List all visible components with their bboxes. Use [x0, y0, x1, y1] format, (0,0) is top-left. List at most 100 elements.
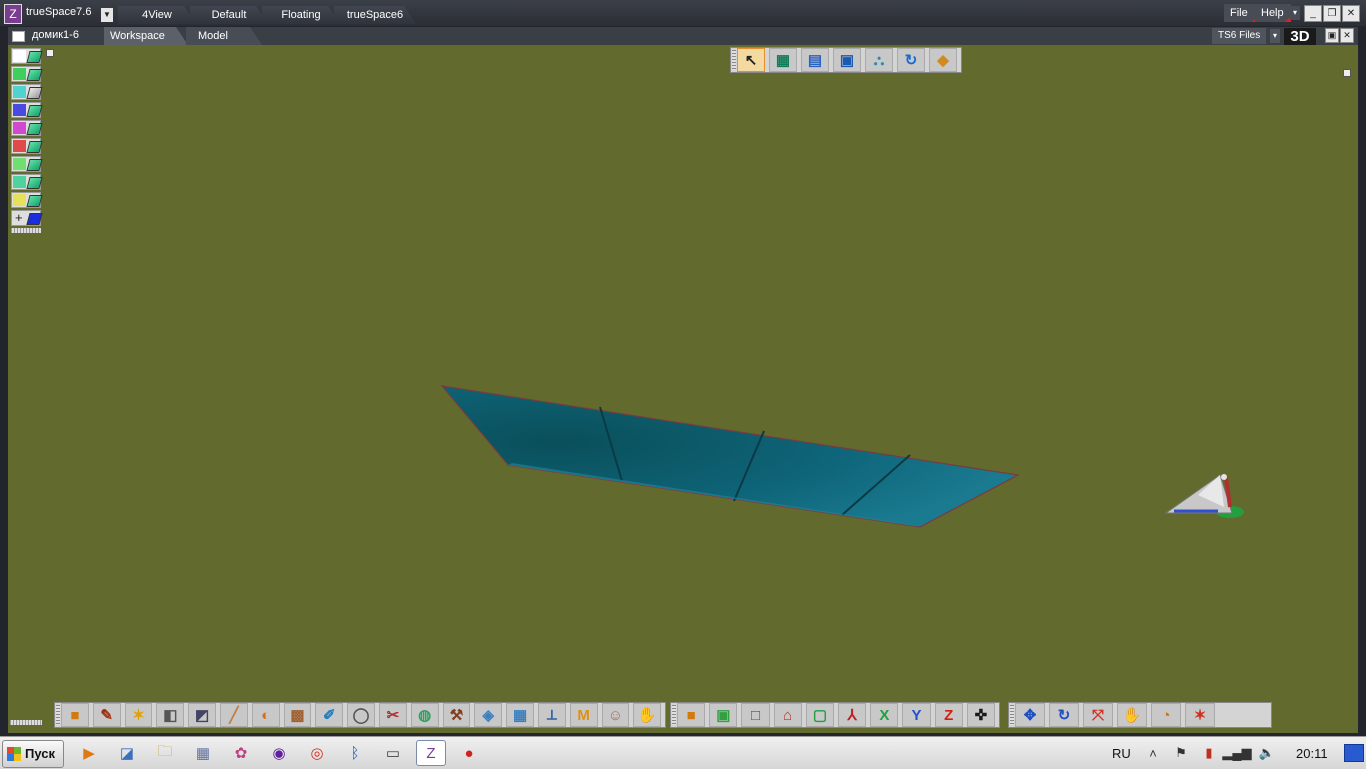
toolbar-grip-handle[interactable] — [732, 50, 736, 70]
center-icon[interactable]: ✜ — [966, 703, 996, 727]
tab-workspace[interactable]: Workspace — [104, 27, 188, 45]
house-icon[interactable]: ⌂ — [773, 703, 802, 727]
snap-icon[interactable]: ◆ — [929, 48, 957, 72]
user-icon[interactable]: ✋ — [633, 703, 662, 727]
palette-swatch-2[interactable] — [11, 66, 43, 82]
view-3d-button[interactable]: 3D — [1284, 28, 1316, 45]
palette-swatch-5[interactable] — [11, 120, 43, 136]
start-button[interactable]: Пуск — [2, 740, 64, 768]
paint-icon[interactable]: ✎ — [92, 703, 121, 727]
toolbar-grip-handle[interactable] — [1010, 705, 1014, 725]
close-button[interactable]: ✕ — [1342, 5, 1360, 22]
grid-icon[interactable]: ▤ — [801, 48, 829, 72]
deform-icon[interactable]: ◩ — [188, 703, 216, 727]
clock[interactable]: 20:11 — [1296, 746, 1328, 761]
restore-button[interactable]: ❐ — [1323, 5, 1341, 22]
chevron-down-icon[interactable]: ▼ — [101, 8, 113, 22]
box-icon[interactable]: ▣ — [709, 703, 738, 727]
boolean-icon[interactable]: ◧ — [156, 703, 185, 727]
tab-4view[interactable]: 4View — [118, 6, 196, 24]
power-icon[interactable]: ▮ — [1200, 744, 1218, 762]
palette-swatch-9[interactable] — [11, 192, 43, 208]
face-icon[interactable]: ☺ — [601, 703, 630, 727]
navigation-gizmo-icon[interactable] — [1164, 474, 1244, 518]
tor-icon[interactable]: ◉ — [264, 740, 294, 766]
tab-model[interactable]: Model — [186, 27, 262, 45]
toolbar-grip-handle[interactable] — [10, 720, 42, 725]
network-icon[interactable]: ◈ — [474, 703, 503, 727]
stairs-icon[interactable]: ⛬ — [865, 48, 893, 72]
orbit-icon[interactable]: ◔ — [1151, 703, 1181, 727]
chrome-icon[interactable]: ◎ — [302, 740, 332, 766]
x-axis-icon[interactable]: X — [870, 703, 899, 727]
palette-swatch-6[interactable] — [11, 138, 43, 154]
show-hidden-icons-icon[interactable]: ˄ — [1144, 744, 1162, 762]
chevron-down-icon[interactable]: ▾ — [1270, 29, 1280, 43]
media-player-icon[interactable]: ▶ — [74, 740, 104, 766]
brush-icon[interactable]: ✂ — [378, 703, 407, 727]
sphere-icon[interactable]: ◐ — [251, 703, 280, 727]
minimize-button[interactable]: _ — [1304, 5, 1322, 22]
ts6-files-dropdown[interactable]: TS6 Files — [1212, 28, 1267, 44]
volume-icon[interactable]: 🔈 — [1258, 744, 1276, 762]
toolbar-grip-handle[interactable] — [672, 705, 676, 725]
rotate-obj-icon[interactable]: ↻ — [1049, 703, 1079, 727]
light-icon[interactable]: ✶ — [124, 703, 153, 727]
tab-floating[interactable]: Floating — [262, 6, 340, 24]
cube-icon[interactable]: ■ — [61, 703, 89, 727]
show-desktop-icon[interactable] — [1344, 744, 1364, 762]
tool-icon[interactable]: ⚒ — [442, 703, 471, 727]
window-icon[interactable]: ▭ — [378, 740, 408, 766]
mesh-icon[interactable]: ▦ — [506, 703, 534, 727]
rectangle-icon[interactable]: □ — [741, 703, 770, 727]
scene-canvas[interactable] — [8, 45, 1358, 733]
palette-swatch-8[interactable] — [11, 174, 43, 190]
recorder-icon[interactable]: ● — [454, 740, 484, 766]
explorer-icon[interactable]: ◪ — [112, 740, 142, 766]
frame-icon[interactable]: ▢ — [805, 703, 835, 727]
axes-icon[interactable]: ⅄ — [838, 703, 867, 727]
close-view-button[interactable]: ✕ — [1340, 28, 1354, 43]
bluetooth-icon[interactable]: ᛒ — [340, 740, 370, 766]
tab-truespace6[interactable]: trueSpace6 — [334, 6, 416, 24]
material-icon[interactable]: ◍ — [410, 703, 439, 727]
maximize-view-button[interactable]: ▣ — [1325, 28, 1339, 43]
pen-icon[interactable]: ╱ — [219, 703, 248, 727]
file-menu[interactable]: File — [1224, 4, 1258, 22]
action-center-flag-icon[interactable]: ⚑ — [1172, 744, 1190, 762]
rotate-icon[interactable]: ↻ — [897, 48, 925, 72]
palette-swatch-1[interactable] — [11, 48, 43, 64]
language-indicator[interactable]: RU — [1112, 746, 1131, 761]
scale-icon[interactable]: ⤧ — [1083, 703, 1113, 727]
object-icon[interactable]: ■ — [677, 703, 706, 727]
calculator-icon[interactable]: ▦ — [188, 740, 218, 766]
palette-swatch-3[interactable] — [11, 84, 43, 100]
palette-swatch-7[interactable] — [11, 156, 43, 172]
object-tool-icon[interactable]: ▦ — [769, 48, 797, 72]
texture-icon[interactable]: ▩ — [283, 703, 312, 727]
panel-pin-icon[interactable] — [1343, 69, 1351, 77]
help-menu[interactable]: Help — [1255, 4, 1291, 22]
palette-swatch-4[interactable] — [11, 102, 43, 118]
toolbar-grip-handle[interactable] — [56, 705, 60, 725]
panel-pin-icon[interactable] — [46, 49, 54, 57]
palette-grip-handle[interactable] — [11, 228, 41, 233]
truespace-icon[interactable]: Z — [416, 740, 446, 766]
tab-default[interactable]: Default — [190, 6, 268, 24]
draw-icon[interactable]: ✐ — [315, 703, 344, 727]
move-icon[interactable]: ✥ — [1015, 703, 1045, 727]
skeleton-icon[interactable]: ⟂ — [537, 703, 566, 727]
floor-icon[interactable]: ▣ — [833, 48, 861, 72]
network-signal-icon[interactable]: ▂▄▆ — [1222, 744, 1251, 762]
paint-icon[interactable]: ✿ — [226, 740, 256, 766]
3d-viewport[interactable]: + — [8, 45, 1358, 733]
z-axis-icon[interactable]: Z — [934, 703, 963, 727]
m-icon[interactable]: M — [569, 703, 598, 727]
pointer-icon[interactable]: ↖ — [737, 48, 765, 72]
floor-plane-object[interactable] — [440, 385, 1020, 528]
pan-icon[interactable]: ✋ — [1117, 703, 1147, 727]
palette-add-swatch[interactable]: + — [11, 210, 43, 226]
y-axis-icon[interactable]: Y — [902, 703, 931, 727]
spline-icon[interactable]: ◯ — [347, 703, 375, 727]
chevron-down-icon[interactable]: ▾ — [1290, 6, 1300, 20]
